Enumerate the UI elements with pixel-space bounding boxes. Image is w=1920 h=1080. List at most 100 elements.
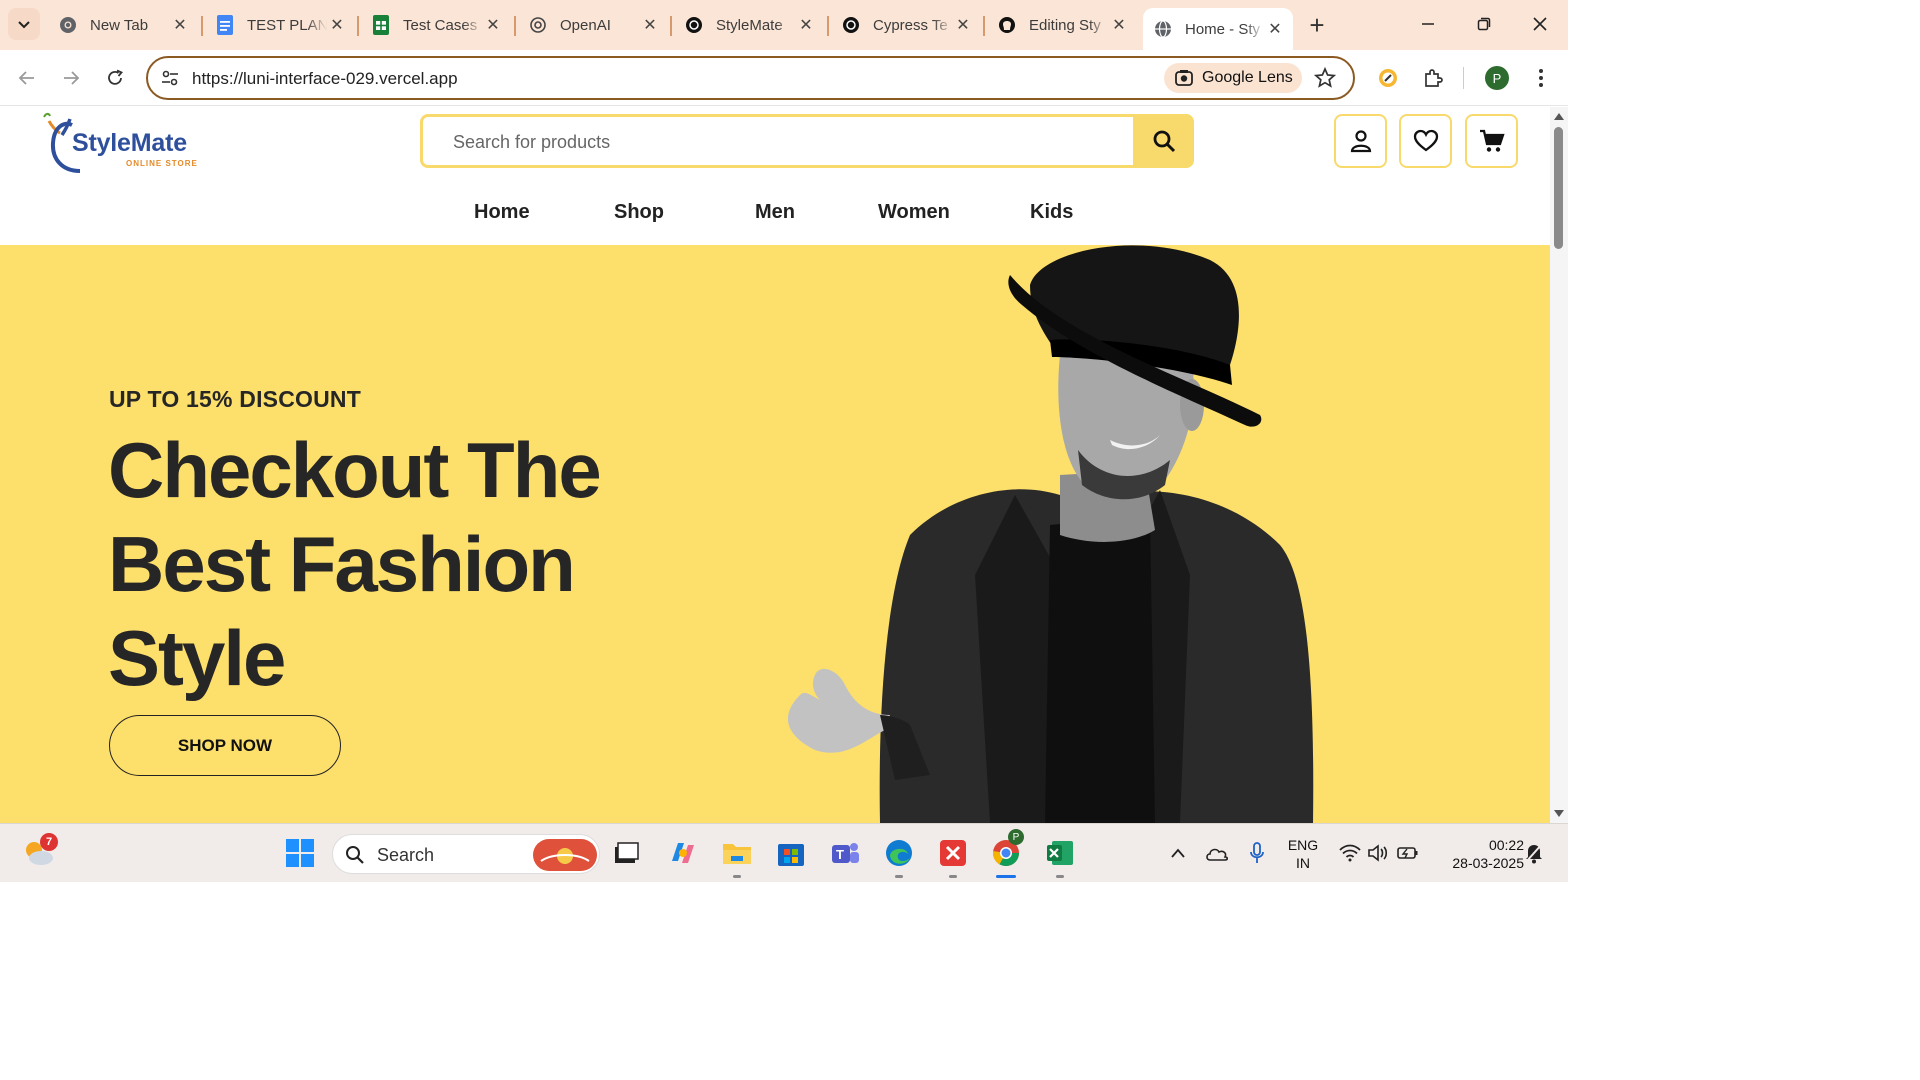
taskbar-app-store[interactable] [773,835,809,871]
web-page: StyleMate ONLINE STORE Home Shop Men Wom… [0,107,1550,823]
nav-link-home[interactable]: Home [474,201,530,224]
close-icon[interactable]: ✕ [1265,19,1285,39]
browser-tab[interactable]: TEST PLAN ✕ [205,8,355,42]
account-button[interactable] [1334,114,1387,168]
taskbar-app-task-view[interactable] [608,835,644,871]
browser-tab-active[interactable]: Home - Sty ✕ [1143,8,1293,50]
nav-link-shop[interactable]: Shop [614,201,664,224]
wifi-icon [1339,844,1361,862]
minimize-button[interactable] [1408,8,1448,40]
browser-tab[interactable]: OpenAI ✕ [518,8,668,42]
taskbar-app-edge[interactable] [881,835,917,878]
nav-link-kids[interactable]: Kids [1030,201,1073,224]
onedrive-button[interactable] [1199,835,1235,871]
browser-tab[interactable]: New Tab ✕ [48,8,198,42]
scrollbar-thumb[interactable] [1554,127,1563,249]
cart-button[interactable] [1465,114,1518,168]
address-bar[interactable]: https://luni-interface-029.vercel.app Go… [146,56,1355,100]
browser-tab[interactable]: Editing Sty ✕ [987,8,1137,42]
show-hidden-icons-button[interactable] [1160,835,1196,871]
scroll-down-icon[interactable] [1553,809,1565,819]
copilot-icon [672,843,694,863]
running-indicator [733,875,741,878]
microphone-button[interactable] [1239,835,1275,871]
search-icon [346,846,364,864]
taskbar-app-chrome[interactable]: P [988,829,1024,878]
clock[interactable]: 00:22 28-03-2025 [1430,836,1524,872]
openai-icon [684,15,704,35]
google-lens-button[interactable]: Google Lens [1164,63,1302,93]
product-search [420,114,1194,168]
chevron-up-icon [1171,848,1185,858]
restore-button[interactable] [1464,8,1504,40]
close-icon[interactable]: ✕ [640,15,660,35]
site-info-icon[interactable] [160,68,180,93]
extensions-menu-button[interactable] [1417,62,1449,94]
taskbar-search[interactable]: Search [332,834,600,874]
chrome-icon [58,15,78,35]
taskbar-app-teams[interactable]: T [827,835,863,871]
nav-link-women[interactable]: Women [878,201,950,224]
google-lens-icon [1175,70,1193,86]
close-icon[interactable]: ✕ [327,15,347,35]
site-logo[interactable]: StyleMate ONLINE STORE [40,111,210,177]
taskbar-app-file-explorer[interactable] [719,835,755,878]
tab-title: Editing Sty [1029,16,1101,34]
running-indicator [895,875,903,878]
arrow-left-icon [18,71,34,85]
region-code: IN [1296,855,1310,871]
start-button[interactable] [282,835,318,871]
notification-bell-icon [1525,843,1543,864]
browser-tab[interactable]: Test Cases ✕ [361,8,511,42]
close-icon[interactable]: ✕ [953,15,973,35]
github-icon [997,15,1017,35]
close-icon[interactable]: ✕ [1109,15,1129,35]
tab-divider [201,16,203,36]
browser-tab[interactable]: StyleMate ✕ [674,8,824,42]
input-language[interactable]: ENG IN [1283,836,1323,872]
browser-tab-strip: New Tab ✕ TEST PLAN ✕ Test Cases ✕ OpenA… [0,0,1568,50]
close-window-button[interactable] [1520,8,1560,40]
taskbar-app-excel[interactable] [1042,835,1078,878]
product-search-input[interactable] [453,129,1113,155]
browser-tab[interactable]: Cypress Te ✕ [831,8,981,42]
logo-brand: StyleMate [72,129,187,157]
google-sheets-icon [371,15,391,35]
reload-button[interactable] [99,62,131,94]
tab-search-button[interactable] [8,8,40,40]
microphone-icon [1250,842,1264,863]
close-icon[interactable]: ✕ [796,15,816,35]
profile-avatar[interactable]: P [1485,66,1509,90]
taskbar-app-copilot[interactable] [665,835,701,871]
bookmark-star-icon[interactable] [1313,66,1337,94]
close-icon[interactable]: ✕ [483,15,503,35]
page-scrollbar[interactable] [1550,107,1568,823]
extension-button[interactable] [1372,62,1404,94]
close-icon[interactable]: ✕ [170,15,190,35]
wishlist-button[interactable] [1399,114,1452,168]
new-tab-button[interactable]: + [1302,10,1332,40]
notification-center-button[interactable] [1516,835,1552,871]
windows-logo-icon [286,839,314,867]
cart-icon [1479,129,1505,152]
nav-link-men[interactable]: Men [755,201,795,224]
chrome-menu-button[interactable] [1525,62,1557,94]
user-icon [1350,130,1371,153]
shop-now-button[interactable]: SHOP NOW [109,715,341,776]
taskbar-app-snipping-tool[interactable] [935,835,971,878]
search-button[interactable] [1133,114,1194,168]
tab-divider [514,16,516,36]
back-button[interactable] [11,62,43,94]
tab-title: StyleMate [716,16,783,34]
hero-model-image [788,245,1314,823]
scroll-up-icon[interactable] [1553,111,1565,121]
taskbar-search-label: Search [377,845,435,865]
running-indicator-active [996,875,1016,878]
speaker-icon [1368,844,1388,862]
windows-taskbar: 7 Search T P ENG IN 00:22 28-03-2025 [0,823,1568,882]
url-text[interactable]: https://luni-interface-029.vercel.app [192,69,458,89]
forward-button[interactable] [55,62,87,94]
clock-date: 28-03-2025 [1452,855,1524,871]
battery-button[interactable] [1390,835,1426,871]
tab-title: New Tab [90,16,149,34]
